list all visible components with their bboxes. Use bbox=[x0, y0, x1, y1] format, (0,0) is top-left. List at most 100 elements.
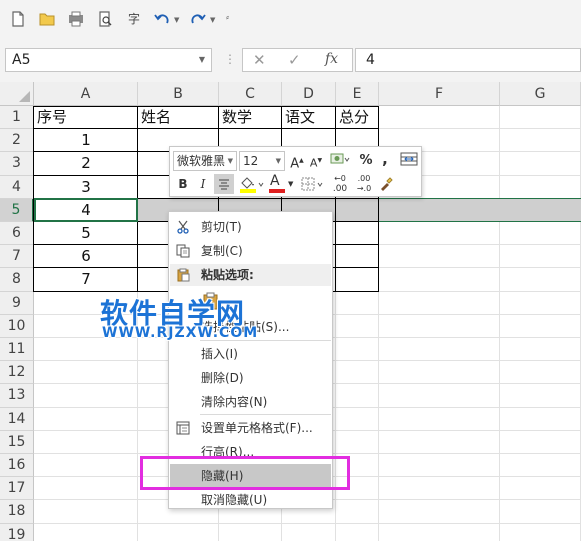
menu-item-label: 删除(D) bbox=[201, 371, 244, 385]
bold-button[interactable]: B bbox=[176, 174, 190, 194]
menu-item-delete[interactable]: 删除(D) bbox=[170, 366, 331, 390]
header-cell-a1[interactable]: 序号 bbox=[37, 107, 136, 128]
redo-dropdown-icon[interactable]: ▼ bbox=[210, 16, 215, 24]
fill-color-button[interactable] bbox=[238, 174, 266, 194]
formula-bar: A5 ▼ ⋮ ✕ ✓ fx 4 bbox=[0, 38, 581, 82]
row-header-3[interactable]: 3 bbox=[0, 152, 34, 176]
row-header-15[interactable]: 15 bbox=[0, 430, 34, 454]
borders-icon bbox=[301, 177, 323, 191]
menu-item-label: 复制(C) bbox=[201, 244, 243, 258]
header-cell-e1[interactable]: 总分 bbox=[339, 107, 377, 128]
column-header-a[interactable]: A bbox=[34, 82, 138, 106]
insert-function-icon[interactable]: fx bbox=[325, 51, 338, 67]
menu-item-clear-contents[interactable]: 清除内容(N) bbox=[170, 390, 331, 414]
italic-button[interactable]: I bbox=[196, 174, 210, 194]
comma-button[interactable]: , bbox=[379, 149, 391, 169]
column-header-c[interactable]: C bbox=[219, 82, 282, 106]
row-header-13[interactable]: 13 bbox=[0, 384, 34, 408]
header-cell-c1[interactable]: 数学 bbox=[222, 107, 280, 128]
header-cell-d1[interactable]: 语文 bbox=[285, 107, 334, 128]
row-header-14[interactable]: 14 bbox=[0, 407, 34, 431]
select-all-button[interactable] bbox=[0, 82, 34, 106]
row-header-17[interactable]: 17 bbox=[0, 477, 34, 501]
merge-cells-button[interactable] bbox=[400, 151, 418, 171]
row-header-16[interactable]: 16 bbox=[0, 454, 34, 478]
chevron-down-icon[interactable]: ▼ bbox=[199, 49, 205, 71]
column-header-f[interactable]: F bbox=[379, 82, 500, 106]
row-header-9[interactable]: 9 bbox=[0, 291, 34, 315]
accounting-format-button[interactable] bbox=[328, 151, 352, 171]
index-cell-a4[interactable]: 3 bbox=[34, 176, 138, 198]
fill-color-icon bbox=[240, 177, 264, 193]
font-color-letter: A bbox=[270, 173, 280, 189]
formula-input[interactable]: 4 bbox=[355, 48, 581, 72]
row-header-19[interactable]: 19 bbox=[0, 523, 34, 541]
paste-options-label: 粘贴选项: bbox=[201, 268, 254, 282]
row-header-6[interactable]: 6 bbox=[0, 222, 34, 246]
redo-icon[interactable] bbox=[188, 9, 208, 29]
grow-font-button[interactable]: A▲ bbox=[290, 151, 304, 171]
index-cell-a3[interactable]: 2 bbox=[34, 152, 138, 174]
row-header-2[interactable]: 2 bbox=[0, 129, 34, 153]
row-header-18[interactable]: 18 bbox=[0, 500, 34, 524]
copy-icon bbox=[176, 244, 190, 258]
column-header-b[interactable]: B bbox=[138, 82, 219, 106]
row-header-11[interactable]: 11 bbox=[0, 338, 34, 362]
align-center-icon bbox=[219, 179, 229, 190]
drag-handle-icon[interactable]: ⋮ bbox=[224, 52, 236, 66]
name-box[interactable]: A5 ▼ bbox=[5, 48, 212, 72]
row-header-7[interactable]: 7 bbox=[0, 245, 34, 269]
scissors-icon bbox=[177, 220, 189, 234]
menu-item-label: 取消隐藏(U) bbox=[201, 493, 268, 507]
enter-icon[interactable]: ✓ bbox=[288, 51, 301, 69]
print-preview-icon[interactable] bbox=[95, 9, 115, 29]
menu-item-label: 剪切(T) bbox=[201, 220, 242, 234]
row-header-8[interactable]: 8 bbox=[0, 268, 34, 292]
customize-icon[interactable]: ⸗ bbox=[226, 12, 229, 23]
decrease-decimal-button[interactable]: .00 →.0 bbox=[354, 174, 374, 194]
shrink-font-button[interactable]: A▼ bbox=[309, 151, 323, 171]
increase-decimal-button[interactable]: ←0.00 bbox=[330, 174, 350, 194]
open-file-icon[interactable] bbox=[37, 9, 57, 29]
spell-check-icon[interactable]: 字 bbox=[124, 9, 144, 29]
row-header-12[interactable]: 12 bbox=[0, 361, 34, 385]
header-cell-b1[interactable]: 姓名 bbox=[141, 107, 217, 128]
currency-icon bbox=[330, 153, 350, 164]
active-cell-A5[interactable] bbox=[34, 198, 138, 222]
undo-dropdown-icon[interactable]: ▼ bbox=[174, 16, 179, 24]
column-header-d[interactable]: D bbox=[282, 82, 336, 106]
undo-icon[interactable] bbox=[152, 9, 172, 29]
row-header-5[interactable]: 5 bbox=[0, 198, 34, 222]
menu-item-format-cells[interactable]: 设置单元格格式(F)... bbox=[170, 416, 331, 440]
index-cell-a2[interactable]: 1 bbox=[34, 129, 138, 151]
index-cell-a8[interactable]: 7 bbox=[34, 268, 138, 290]
format-painter-icon bbox=[381, 177, 393, 191]
highlight-annotation-box bbox=[140, 456, 350, 490]
column-header-g[interactable]: G bbox=[500, 82, 581, 106]
menu-item-unhide[interactable]: 取消隐藏(U) bbox=[170, 488, 331, 512]
format-painter-button[interactable] bbox=[377, 174, 395, 194]
menu-item-cut[interactable]: 剪切(T) bbox=[170, 215, 331, 239]
font-size-value: 12 bbox=[243, 154, 259, 168]
row-header-10[interactable]: 10 bbox=[0, 314, 34, 338]
column-gridline bbox=[499, 106, 500, 541]
table-border-v bbox=[378, 106, 379, 292]
borders-button[interactable] bbox=[300, 174, 326, 194]
percent-button[interactable]: % bbox=[359, 151, 373, 171]
chevron-down-icon: ▼ bbox=[275, 157, 281, 165]
index-cell-a6[interactable]: 5 bbox=[34, 222, 138, 244]
row-header-4[interactable]: 4 bbox=[0, 175, 34, 199]
watermark-url: WWW.RJZXW.COM bbox=[102, 325, 259, 341]
font-name-select[interactable]: 微软雅黑 ▼ bbox=[173, 151, 237, 171]
row-header-1[interactable]: 1 bbox=[0, 106, 34, 130]
column-header-e[interactable]: E bbox=[336, 82, 379, 106]
font-size-select[interactable]: 12 ▼ bbox=[239, 151, 285, 171]
align-center-button[interactable] bbox=[214, 174, 234, 194]
save-print-icon[interactable] bbox=[66, 9, 86, 29]
table-border-v bbox=[335, 106, 336, 292]
index-cell-a7[interactable]: 6 bbox=[34, 245, 138, 267]
font-color-button[interactable]: A ▼ bbox=[268, 173, 296, 194]
menu-item-copy[interactable]: 复制(C) bbox=[170, 239, 331, 263]
new-file-icon[interactable] bbox=[8, 9, 28, 29]
cancel-icon[interactable]: ✕ bbox=[253, 51, 266, 69]
